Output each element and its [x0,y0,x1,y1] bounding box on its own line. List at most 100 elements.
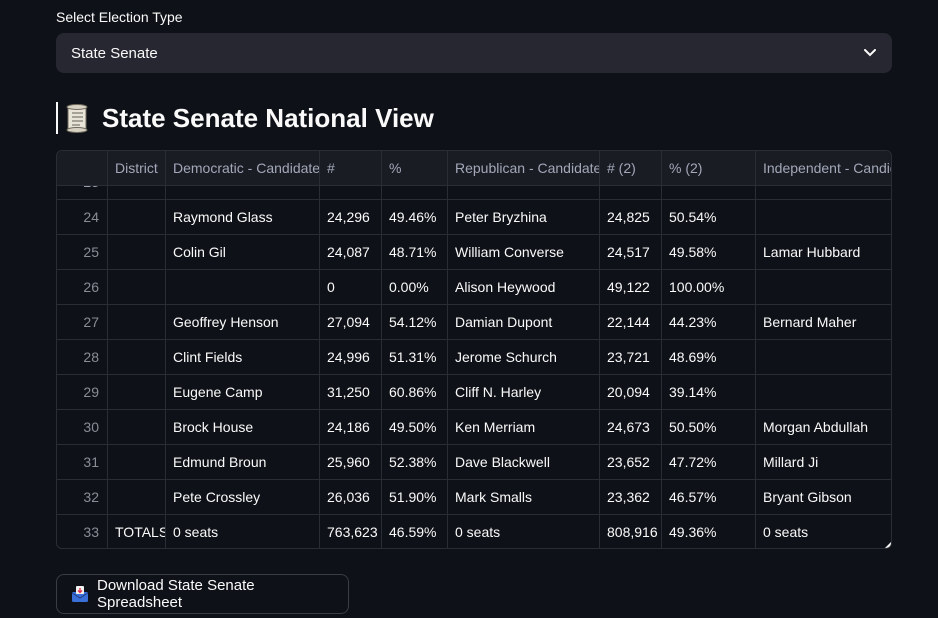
cell-republican-votes: 24,673 [600,410,662,445]
cell-republican-candidate: 0 seats [448,515,600,548]
cell-democratic-percent: 60.86% [382,375,448,410]
cell-democratic-votes: 24,087 [320,235,382,270]
cell-independent-candidate: Lamar Hubbard [756,235,891,270]
cell-row-index: 32 [57,480,108,515]
cell-independent-candidate: Bernard Maher [756,305,891,340]
cell-republican-candidate: Peter Bryzhina [448,200,600,235]
cell-democratic-candidate: Eugene Camp [166,375,320,410]
cell-district [108,480,166,515]
table-header-row: District Democratic - Candidate #% Republic… [57,151,891,186]
table-row: 30 Brock House 24,186 49.50% Ken Merriam 24,6… [57,410,891,445]
cell-row-index: 33 [57,515,108,548]
cell-democratic-votes: 31,250 [320,375,382,410]
table-row: 33 TOTALS 0 seats 763,623 46.59% 0 seats 808,9… [57,515,891,548]
cell-independent-candidate: Bryant Gibson [756,480,891,515]
cell-democratic-candidate: Pete Crossley [166,480,320,515]
cell-independent-candidate [756,340,891,375]
cell-independent-candidate: Millard Ji [756,445,891,480]
cell-district [108,305,166,340]
cell-row-index: 27 [57,305,108,340]
cell-republican-candidate: Damian Dupont [448,305,600,340]
column-header-democratic-votes[interactable]: # [320,151,382,186]
table-row: 29 Eugene Camp 31,250 60.86% Cliff N. Harley… [57,375,891,410]
cell-republican-candidate: Cliff N. Harley [448,375,600,410]
cell-republican-percent: 48.69% [662,340,756,375]
column-header-row-index[interactable] [57,151,108,186]
cell-republican-percent: 50.50% [662,410,756,445]
cell-democratic-votes: 24,296 [320,200,382,235]
table-row: 31 Edmund Broun 25,960 52.38% Dave Blackwell… [57,445,891,480]
cell-republican-percent: 39.14% [662,375,756,410]
cell-republican-percent: 50.54% [662,200,756,235]
download-spreadsheet-button[interactable]: Download State Senate Spreadsheet [56,574,349,614]
results-dataframe[interactable]: 2324Raymond Glass24,29649.46%Peter Bryzh… [56,150,892,549]
election-type-label: Select Election Type [56,9,183,25]
cell-democratic-percent: 46.59% [382,515,448,548]
cell-republican-votes: 23,721 [600,340,662,375]
cell-republican-candidate: Alison Heywood [448,270,600,305]
cell-republican-candidate: Mark Smalls [448,480,600,515]
cell-row-index: 26 [57,270,108,305]
cell-democratic-percent: 49.50% [382,410,448,445]
cell-democratic-votes: 0 [320,270,382,305]
cell-democratic-candidate: Clint Fields [166,340,320,375]
cell-row-index: 28 [57,340,108,375]
cell-district [108,270,166,305]
cell-democratic-percent: 51.90% [382,480,448,515]
cell-democratic-candidate: Raymond Glass [166,200,320,235]
cell-district [108,375,166,410]
cell-republican-votes: 22,144 [600,305,662,340]
column-header-republican-votes[interactable]: # (2) [600,151,662,186]
cell-democratic-percent: 51.31% [382,340,448,375]
column-header-republican-percent[interactable]: % (2) [662,151,756,186]
cell-republican-percent: 46.57% [662,480,756,515]
cell-republican-votes: 24,825 [600,200,662,235]
cell-independent-candidate: 0 seats [756,515,891,548]
table-row: 24 Raymond Glass 24,296 49.46% Peter Bryzhin… [57,200,891,235]
cell-republican-votes: 24,517 [600,235,662,270]
cell-republican-percent: 49.36% [662,515,756,548]
column-header-district[interactable]: District [108,151,166,186]
cell-district [108,445,166,480]
table-row: 28 Clint Fields 24,996 51.31% Jerome Schurch… [57,340,891,375]
cell-democratic-candidate [166,270,320,305]
cell-democratic-percent: 48.71% [382,235,448,270]
cell-democratic-candidate: Edmund Broun [166,445,320,480]
cell-row-index: 25 [57,235,108,270]
cell-democratic-votes: 26,036 [320,480,382,515]
table-row: 26 0 0.00% Alison Heywood 49,122 100.00% [57,270,891,305]
cell-democratic-percent: 49.46% [382,200,448,235]
cell-democratic-candidate: Geoffrey Henson [166,305,320,340]
cell-republican-candidate: Jerome Schurch [448,340,600,375]
scroll-icon [64,103,92,133]
cell-independent-candidate [756,200,891,235]
cell-democratic-votes: 27,094 [320,305,382,340]
cell-independent-candidate [756,375,891,410]
cell-republican-votes: 808,916 [600,515,662,548]
cell-republican-candidate: Ken Merriam [448,410,600,445]
cell-republican-candidate: William Converse [448,235,600,270]
election-type-value: State Senate [71,44,158,62]
column-header-independent-candidate[interactable]: Independent - Candidate [756,151,891,186]
table-row: 32 Pete Crossley 26,036 51.90% Mark Smalls 23… [57,480,891,515]
table-row: 27 Geoffrey Henson 27,094 54.12% Damian Dupo… [57,305,891,340]
column-header-democratic-percent[interactable]: % [382,151,448,186]
cell-democratic-candidate: Brock House [166,410,320,445]
envelope-icon [71,585,89,603]
cell-republican-candidate: Dave Blackwell [448,445,600,480]
column-header-republican-candidate[interactable]: Republican - Candidate [448,151,600,186]
title-cursor-bar [56,102,58,134]
cell-democratic-candidate: Colin Gil [166,235,320,270]
cell-row-index: 29 [57,375,108,410]
cell-republican-percent: 49.58% [662,235,756,270]
cell-republican-votes: 20,094 [600,375,662,410]
resize-handle-icon[interactable] [885,542,891,548]
cell-independent-candidate: Morgan Abdullah [756,410,891,445]
column-header-democratic-candidate[interactable]: Democratic - Candidate [166,151,320,186]
download-button-label: Download State Senate Spreadsheet [97,577,255,611]
election-type-select[interactable]: State Senate [56,33,892,73]
cell-district [108,410,166,445]
cell-democratic-votes: 24,186 [320,410,382,445]
cell-democratic-votes: 763,623 [320,515,382,548]
cell-district [108,340,166,375]
